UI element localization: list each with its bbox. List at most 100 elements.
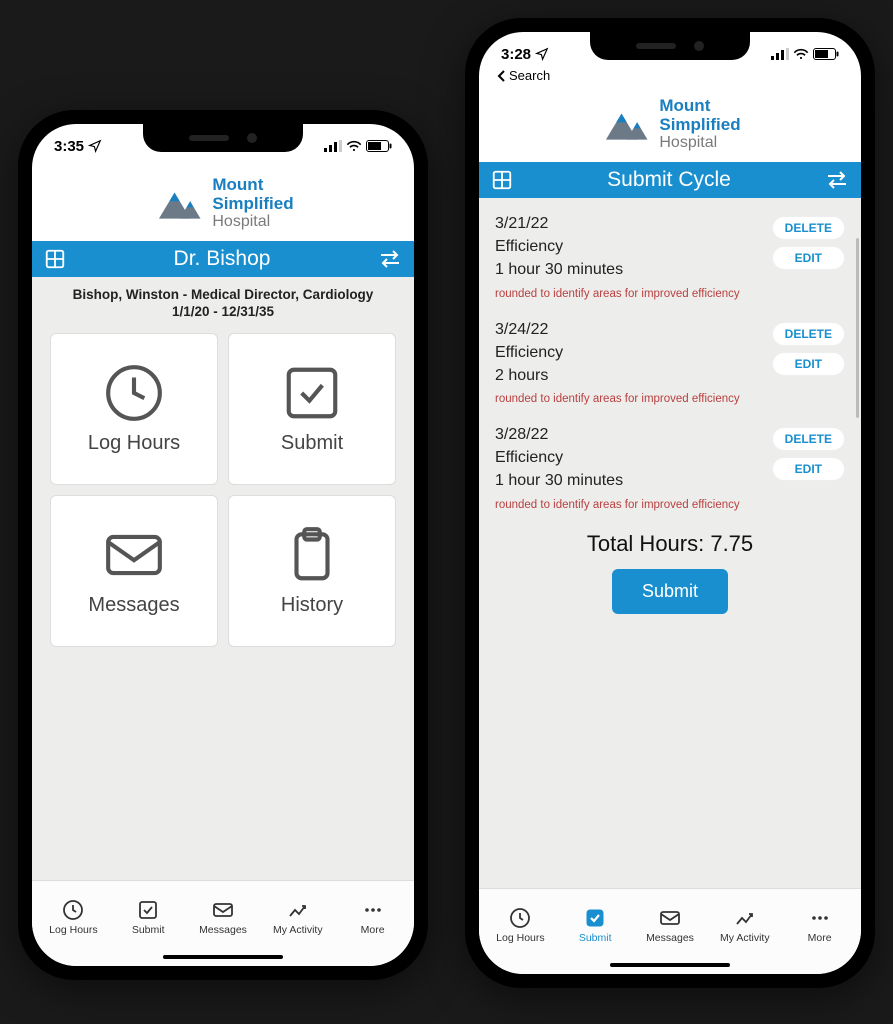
brand-line1: Mount	[212, 176, 293, 195]
tile-label: Messages	[88, 594, 179, 617]
user-subheader: Bishop, Winston - Medical Director, Card…	[32, 277, 414, 304]
delete-button[interactable]: DELETE	[772, 322, 845, 346]
envelope-icon	[103, 524, 165, 586]
submit-button[interactable]: Submit	[612, 569, 728, 614]
tab-messages[interactable]: Messages	[633, 906, 708, 944]
grid-icon[interactable]	[44, 248, 66, 270]
chart-icon	[286, 898, 310, 922]
status-time: 3:28	[501, 46, 531, 63]
envelope-icon	[211, 898, 235, 922]
date-range: 1/1/20 - 12/31/35	[32, 304, 414, 333]
swap-icon[interactable]	[825, 170, 849, 190]
envelope-icon	[658, 906, 682, 930]
more-icon	[361, 898, 385, 922]
page-title: Dr. Bishop	[66, 247, 378, 271]
back-to-search[interactable]: Search	[479, 68, 861, 83]
brand-line3: Hospital	[659, 134, 740, 152]
tile-label: Log Hours	[88, 432, 180, 455]
phone-mockup-home: 3:35 Mount Simplified Hospital	[18, 110, 428, 980]
list-item: 3/24/22 Efficiency 2 hours DELETE EDIT r…	[495, 312, 845, 418]
tab-label: More	[808, 932, 832, 944]
total-hours: Total Hours: 7.75	[495, 523, 845, 569]
screen: 3:35 Mount Simplified Hospital	[32, 124, 414, 966]
status-time: 3:35	[54, 138, 84, 155]
entries-list: 3/21/22 Efficiency 1 hour 30 minutes DEL…	[479, 198, 861, 614]
tab-label: Log Hours	[49, 924, 97, 936]
list-item: 3/21/22 Efficiency 1 hour 30 minutes DEL…	[495, 206, 845, 312]
brand-line1: Mount	[659, 97, 740, 116]
checkbox-icon	[583, 906, 607, 930]
location-icon	[88, 139, 102, 153]
tab-label: My Activity	[720, 932, 770, 944]
wifi-icon	[346, 140, 362, 152]
brand-logo: Mount Simplified Hospital	[32, 162, 414, 241]
signal-icon	[771, 48, 789, 60]
phone-mockup-submit: 3:28 Search Mount Simplified	[465, 18, 875, 988]
content-area: 3/21/22 Efficiency 1 hour 30 minutes DEL…	[479, 198, 861, 888]
brand-logo: Mount Simplified Hospital	[479, 83, 861, 162]
scrollbar[interactable]	[856, 238, 859, 418]
grid-icon[interactable]	[491, 169, 513, 191]
wifi-icon	[793, 48, 809, 60]
brand-line3: Hospital	[212, 213, 293, 231]
title-bar: Submit Cycle	[479, 162, 861, 198]
phone-notch	[143, 124, 303, 152]
delete-button[interactable]: DELETE	[772, 427, 845, 451]
tile-label: Submit	[281, 432, 343, 455]
brand-line2: Simplified	[212, 195, 293, 214]
entry-note: rounded to identify areas for improved e…	[495, 387, 845, 413]
battery-icon	[813, 48, 839, 60]
edit-button[interactable]: EDIT	[772, 352, 845, 376]
chevron-left-icon	[497, 70, 507, 82]
tab-label: More	[361, 924, 385, 936]
tab-label: Log Hours	[496, 932, 544, 944]
tile-submit[interactable]: Submit	[228, 333, 396, 485]
tab-my-activity[interactable]: My Activity	[260, 898, 335, 936]
page-title: Submit Cycle	[513, 168, 825, 192]
title-bar: Dr. Bishop	[32, 241, 414, 277]
tab-my-activity[interactable]: My Activity	[707, 906, 782, 944]
checkbox-icon	[281, 362, 343, 424]
checkbox-icon	[136, 898, 160, 922]
tab-bar: Log Hours Submit Messages My Activity Mo…	[32, 880, 414, 948]
edit-button[interactable]: EDIT	[772, 457, 845, 481]
entry-note: rounded to identify areas for improved e…	[495, 493, 845, 519]
tab-label: Messages	[199, 924, 247, 936]
tab-label: Submit	[132, 924, 165, 936]
tab-label: Submit	[579, 932, 612, 944]
clipboard-icon	[281, 524, 343, 586]
more-icon	[808, 906, 832, 930]
mountain-icon	[152, 183, 204, 223]
tile-log-hours[interactable]: Log Hours	[50, 333, 218, 485]
clock-icon	[61, 898, 85, 922]
home-indicator[interactable]	[32, 948, 414, 966]
tab-label: Messages	[646, 932, 694, 944]
tile-label: History	[281, 594, 343, 617]
content-area: Bishop, Winston - Medical Director, Card…	[32, 277, 414, 880]
home-indicator[interactable]	[479, 956, 861, 974]
tab-messages[interactable]: Messages	[186, 898, 261, 936]
back-label: Search	[509, 68, 550, 83]
swap-icon[interactable]	[378, 249, 402, 269]
clock-icon	[103, 362, 165, 424]
tab-more[interactable]: More	[782, 906, 857, 944]
mountain-icon	[599, 104, 651, 144]
edit-button[interactable]: EDIT	[772, 246, 845, 270]
list-item: 3/28/22 Efficiency 1 hour 30 minutes DEL…	[495, 417, 845, 523]
signal-icon	[324, 140, 342, 152]
entry-note: rounded to identify areas for improved e…	[495, 282, 845, 308]
tab-log-hours[interactable]: Log Hours	[36, 898, 111, 936]
tab-label: My Activity	[273, 924, 323, 936]
battery-icon	[366, 140, 392, 152]
tile-history[interactable]: History	[228, 495, 396, 647]
location-icon	[535, 47, 549, 61]
brand-line2: Simplified	[659, 116, 740, 135]
tab-log-hours[interactable]: Log Hours	[483, 906, 558, 944]
tab-bar: Log Hours Submit Messages My Activity Mo…	[479, 888, 861, 956]
screen: 3:28 Search Mount Simplified	[479, 32, 861, 974]
tab-submit[interactable]: Submit	[558, 906, 633, 944]
tab-submit[interactable]: Submit	[111, 898, 186, 936]
delete-button[interactable]: DELETE	[772, 216, 845, 240]
tab-more[interactable]: More	[335, 898, 410, 936]
tile-messages[interactable]: Messages	[50, 495, 218, 647]
